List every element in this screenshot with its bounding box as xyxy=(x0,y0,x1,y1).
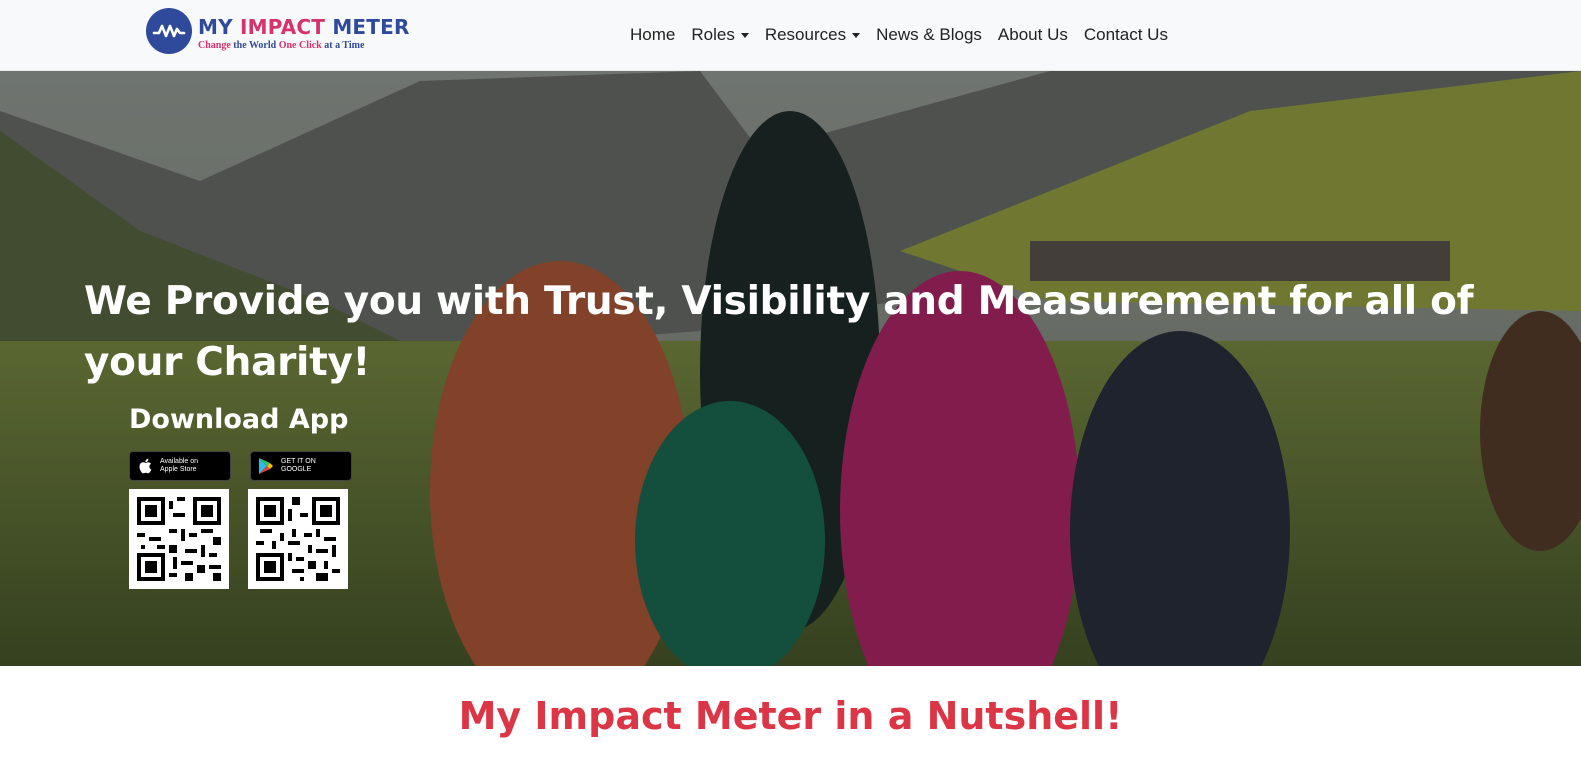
tagline-word-the-world: the World xyxy=(233,40,277,51)
logo-word-impact: IMPACT xyxy=(239,15,326,39)
tagline-word-change: Change xyxy=(198,40,231,51)
nav-contact-us[interactable]: Contact Us xyxy=(1076,22,1176,48)
logo-pulse-icon xyxy=(146,8,192,54)
nav-home-label: Home xyxy=(630,25,676,44)
nav-resources-dropdown[interactable]: Resources xyxy=(757,22,868,48)
nav-links: Home Roles Resources News & Blogs About … xyxy=(630,22,1176,48)
nav-home[interactable]: Home xyxy=(630,22,683,48)
apple-logo-icon xyxy=(130,452,160,480)
google-badge-text: GET IT ON GOOGLE xyxy=(281,458,316,474)
hero-banner: We Provide you with Trust, Visibility an… xyxy=(0,71,1581,666)
caret-down-icon xyxy=(740,32,749,38)
caret-down-icon xyxy=(852,32,861,38)
nav-about-us[interactable]: About Us xyxy=(990,22,1076,48)
nav-contact-label: Contact Us xyxy=(1083,25,1168,44)
nav-resources-label: Resources xyxy=(764,25,847,44)
brand-logo-link[interactable]: MY IMPACT METER Change the World One Cli… xyxy=(146,8,409,54)
apple-badge-text: Available on Apple Store xyxy=(160,458,198,474)
apple-store-badge[interactable]: Available on Apple Store xyxy=(129,451,231,481)
google-badge-line2: GOOGLE xyxy=(281,466,312,473)
google-play-icon xyxy=(251,452,281,480)
logo-wordmark: MY IMPACT METER xyxy=(198,15,410,39)
google-play-badge[interactable]: GET IT ON GOOGLE xyxy=(250,451,352,481)
nav-news-blogs[interactable]: News & Blogs xyxy=(868,22,990,48)
nutshell-section-title: My Impact Meter in a Nutshell! xyxy=(458,694,1123,738)
apple-badge-line2: Apple Store xyxy=(160,466,197,473)
nav-about-label: About Us xyxy=(997,25,1068,44)
top-navbar: MY IMPACT METER Change the World One Cli… xyxy=(0,0,1581,71)
google-badge-line1: GET IT ON xyxy=(281,458,316,465)
nav-news-label: News & Blogs xyxy=(876,25,982,44)
download-app-heading: Download App xyxy=(129,404,349,435)
nav-roles-label: Roles xyxy=(691,25,735,44)
apple-badge-line1: Available on xyxy=(160,458,199,465)
tagline-word-one-click: One Click xyxy=(278,40,322,51)
hero-headline: We Provide you with Trust, Visibility an… xyxy=(84,279,1474,385)
logo-word-meter: METER xyxy=(332,15,410,39)
logo-word-my: MY xyxy=(198,15,233,39)
nav-roles-dropdown[interactable]: Roles xyxy=(683,22,756,48)
apple-store-qr-code xyxy=(129,489,229,589)
tagline-word-at-a-time: at a Time xyxy=(324,40,365,51)
google-play-qr-code xyxy=(248,489,348,589)
logo-tagline: Change the World One Click at a Time xyxy=(198,40,364,51)
